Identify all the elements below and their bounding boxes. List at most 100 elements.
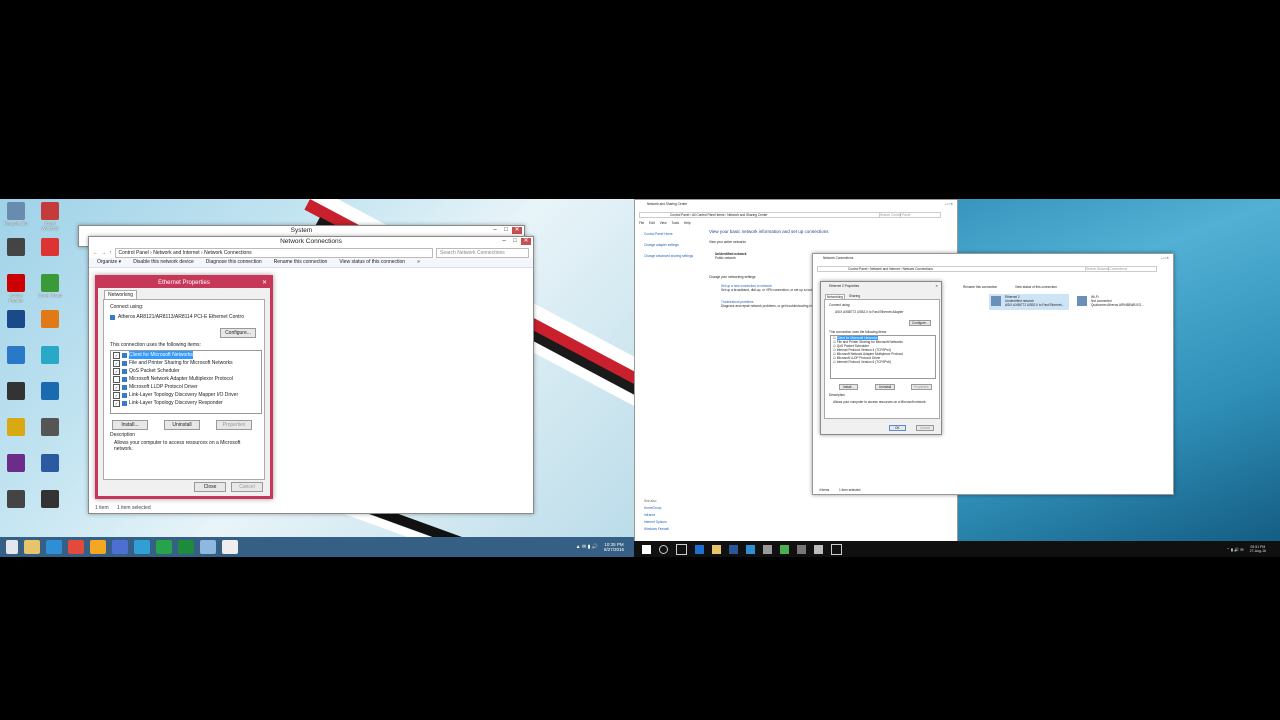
checkbox[interactable]: ✓ [113, 367, 120, 375]
ethernet2-properties-dialog[interactable]: Ethernet 2 Properties ✕ Networking Shari… [820, 281, 942, 435]
desktop-icon[interactable]: Recycle Bin [2, 202, 30, 226]
search-input[interactable]: Search Network Connections [436, 247, 529, 258]
menu-item[interactable]: Tools [672, 221, 679, 225]
list-item[interactable]: ✓ File and Printer Sharing for Microsoft … [111, 359, 261, 367]
store-icon[interactable] [729, 544, 738, 554]
tab-sharing[interactable]: Sharing [849, 294, 860, 298]
install-button[interactable]: Install... [112, 420, 148, 430]
desktop-icon[interactable] [2, 382, 30, 401]
minimize-icon[interactable]: – [499, 238, 509, 245]
properties-button[interactable]: Properties [911, 384, 932, 390]
checkbox[interactable] [113, 375, 120, 383]
components-list[interactable]: ✓ Client for Microsoft Networks ✓ File and … [110, 350, 262, 414]
desktop-icon[interactable] [2, 454, 30, 473]
edge-icon[interactable] [695, 544, 704, 554]
maximize-icon[interactable]: □ [510, 238, 520, 245]
command-item[interactable]: View status of this connection [339, 258, 405, 267]
install-button[interactable]: Install... [839, 384, 858, 390]
internet-explorer-icon[interactable] [46, 540, 62, 554]
control-panel-icon[interactable] [200, 540, 216, 554]
file-explorer-icon[interactable] [24, 540, 40, 554]
close-icon[interactable]: ✕ [262, 278, 267, 288]
chrome-icon[interactable] [68, 540, 84, 554]
up-icon[interactable]: ↑ [109, 250, 112, 256]
uninstall-button[interactable]: Uninstall [875, 384, 896, 390]
rename-command[interactable]: Rename this connection [963, 285, 997, 289]
file-explorer-icon[interactable] [712, 544, 721, 554]
close-icon[interactable]: ✕ [521, 238, 531, 245]
configure-button[interactable]: Configure... [220, 328, 256, 338]
desktop-icon[interactable] [36, 310, 64, 329]
start-icon[interactable] [6, 540, 18, 554]
back-icon[interactable]: ← [93, 250, 98, 256]
close-icon[interactable]: ✕ [512, 227, 522, 234]
app-icon[interactable] [831, 543, 842, 555]
clock[interactable]: 09:51 PM 27-Aug-16 [1250, 545, 1266, 553]
search-input[interactable]: Search Network Connections [1085, 266, 1157, 272]
desktop-icon[interactable] [36, 238, 64, 257]
media-icon[interactable] [90, 540, 106, 554]
desktop-icon[interactable] [2, 490, 30, 509]
list-item[interactable]: Microsoft Network Adapter Multiplexor Pr… [111, 375, 261, 383]
configure-button[interactable]: Configure... [909, 320, 932, 326]
see-also-link[interactable]: Internet Options [644, 520, 667, 524]
checkbox[interactable]: ✓ [113, 351, 120, 359]
checkbox[interactable]: ✓ [113, 383, 120, 391]
checkbox[interactable]: ✓ [113, 399, 120, 407]
app-icon[interactable] [112, 540, 128, 554]
maximize-icon[interactable]: □ [501, 227, 511, 234]
close-icon[interactable]: ✕ [935, 284, 938, 288]
view-status-command[interactable]: View status of this connection [1015, 285, 1057, 289]
menu-item[interactable]: File [639, 221, 644, 225]
window-controls[interactable]: – □ ✕ [945, 202, 953, 206]
search-icon[interactable] [659, 544, 668, 554]
desktop-icon[interactable] [2, 346, 30, 365]
desktop-icon[interactable] [2, 238, 30, 257]
list-item[interactable]: ✓ Link-Layer Topology Discovery Responder [111, 399, 261, 407]
menu-item[interactable]: View [660, 221, 667, 225]
app-icon[interactable] [780, 544, 789, 554]
desktop-icon[interactable]: Adobe Reader [2, 274, 30, 303]
start-icon[interactable] [642, 544, 651, 554]
cancel-button[interactable]: Cancel [231, 482, 263, 492]
command-item[interactable]: Disable this network device [133, 258, 194, 267]
list-item[interactable]: ✓ QoS Packet Scheduler [111, 367, 261, 375]
control-panel-icon[interactable] [797, 544, 806, 554]
tab-networking[interactable]: Networking [104, 290, 138, 299]
adapter-item[interactable]: Ethernet 2 Unidentified network ASIX AX887… [989, 294, 1069, 310]
see-also-link[interactable]: Infrared [644, 513, 655, 517]
minimize-icon[interactable]: – [490, 227, 500, 234]
desktop-icon[interactable]: Corel Photo [36, 274, 64, 298]
app-icon[interactable] [156, 540, 172, 554]
app-icon[interactable] [134, 540, 150, 554]
address-bar[interactable]: Control Panel › Network and Internet › N… [114, 247, 433, 258]
checkbox[interactable]: ✓ [113, 359, 120, 367]
list-item[interactable]: ✓ Client for Microsoft Networks [111, 351, 261, 359]
app-icon[interactable] [746, 544, 755, 554]
network-connections-icon[interactable] [814, 544, 823, 554]
properties-button[interactable]: Properties [216, 420, 252, 430]
desktop-icon[interactable]: Corel WinDVD [36, 202, 64, 231]
command-item[interactable]: Rename this connection [274, 258, 328, 267]
desktop-icon[interactable] [2, 310, 30, 329]
desktop-icon[interactable] [36, 346, 64, 365]
desktop-icon[interactable] [36, 490, 64, 509]
close-button[interactable]: Close [194, 482, 226, 492]
cancel-button[interactable]: Cancel [916, 425, 934, 431]
desktop-icon[interactable] [36, 418, 64, 437]
task-view-icon[interactable] [676, 543, 687, 555]
command-item[interactable]: Organize ▾ [97, 258, 121, 267]
app-icon[interactable] [222, 540, 238, 554]
address-bar[interactable]: Control Panel › Network and Internet › N… [817, 266, 1109, 272]
see-also-link[interactable]: HomeGroup [644, 506, 661, 510]
address-bar[interactable]: Control Panel › All Control Panel Items … [639, 212, 901, 218]
checkbox[interactable]: ✓ [113, 391, 120, 399]
tray-icons[interactable]: ▲ ✉ ▮ 🔊 [576, 544, 598, 550]
app-icon[interactable] [178, 540, 194, 554]
desktop-icon[interactable] [2, 418, 30, 437]
list-item[interactable]: ☑ Internet Protocol Version 6 (TCP/IPv6) [831, 360, 935, 364]
window-controls[interactable]: – □ ✕ [1161, 256, 1169, 260]
desktop-icon[interactable] [36, 382, 64, 401]
side-link[interactable]: Change adapter settings [644, 243, 679, 247]
list-item[interactable]: ✓ Microsoft LLDP Protocol Driver [111, 383, 261, 391]
